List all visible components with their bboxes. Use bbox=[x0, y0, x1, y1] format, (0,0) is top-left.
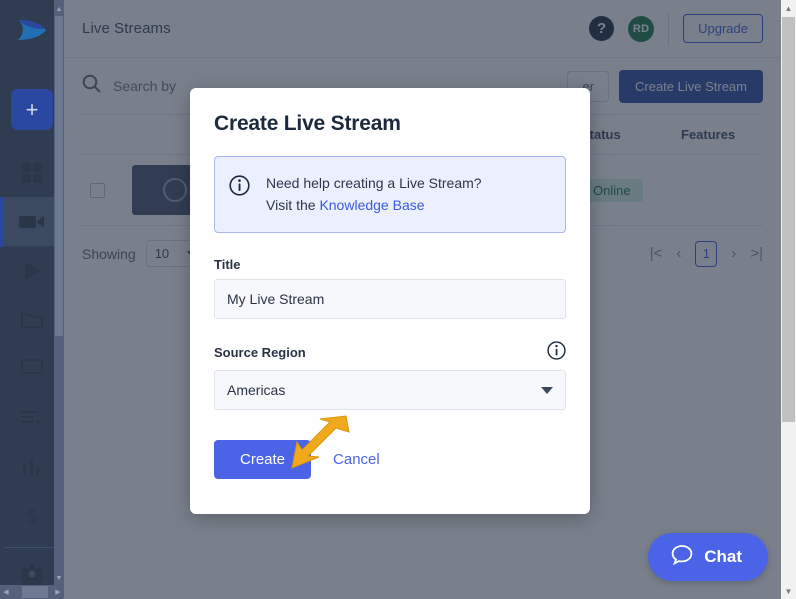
left-sidebar: + $ ▲ ▼ ◀ ▶ bbox=[0, 0, 64, 599]
dollar-icon: $ bbox=[24, 505, 40, 527]
dialog-title: Create Live Stream bbox=[214, 112, 401, 135]
help-info-text: Need help creating a Live Stream? Visit … bbox=[266, 173, 482, 216]
cancel-button[interactable]: Cancel bbox=[333, 451, 380, 468]
sidebar-hscroll-left-arrow[interactable]: ◀ bbox=[0, 588, 12, 596]
chat-bubble-icon bbox=[670, 543, 694, 572]
knowledge-base-link[interactable]: Knowledge Base bbox=[319, 197, 424, 213]
sidebar-scrollbar[interactable]: ▲ ▼ bbox=[54, 0, 64, 599]
sidebar-divider bbox=[5, 546, 59, 548]
dialog-actions: Create Cancel bbox=[214, 440, 566, 480]
list-play-icon bbox=[21, 410, 43, 426]
help-info-line2: Visit the Knowledge Base bbox=[266, 195, 482, 217]
sidebar-hscroll-right-arrow[interactable]: ▶ bbox=[52, 588, 64, 596]
monitor-icon bbox=[21, 359, 43, 379]
app-root: + $ ▲ ▼ ◀ ▶ Search by Create Live Stream… bbox=[0, 0, 796, 599]
page-scrollbar[interactable]: ▲ ▼ bbox=[781, 0, 796, 599]
play-icon bbox=[23, 261, 41, 281]
gear-icon bbox=[21, 563, 43, 586]
source-region-label: Source Region bbox=[214, 344, 306, 360]
create-button[interactable]: Create bbox=[214, 440, 312, 480]
title-input[interactable] bbox=[214, 279, 566, 320]
help-info-line1: Need help creating a Live Stream? bbox=[266, 175, 482, 191]
source-region-value: Americas bbox=[227, 382, 286, 399]
help-info-box: Need help creating a Live Stream? Visit … bbox=[214, 156, 566, 234]
grid-icon bbox=[21, 162, 43, 184]
sidebar-scroll-thumb[interactable] bbox=[55, 16, 63, 336]
page-scroll-thumb[interactable] bbox=[782, 17, 795, 422]
source-region-select[interactable]: Americas bbox=[214, 370, 566, 411]
page-scroll-down-arrow[interactable]: ▼ bbox=[781, 583, 796, 599]
page-scroll-up-arrow[interactable]: ▲ bbox=[781, 0, 796, 16]
title-field-group: Title bbox=[214, 257, 566, 320]
info-circle-icon bbox=[229, 175, 250, 201]
svg-text:$: $ bbox=[27, 506, 37, 527]
chevron-down-icon bbox=[541, 386, 553, 394]
add-content-label: + bbox=[25, 96, 39, 122]
add-content-button[interactable]: + bbox=[11, 88, 53, 131]
chat-label: Chat bbox=[704, 547, 742, 566]
source-region-info-icon[interactable] bbox=[547, 341, 566, 363]
bar-chart-icon bbox=[22, 458, 42, 476]
folder-icon bbox=[21, 311, 43, 329]
source-region-field-group: Source Region Americas bbox=[214, 341, 566, 411]
chat-button[interactable]: Chat bbox=[648, 533, 768, 581]
create-live-stream-dialog: Create Live Stream Need help creating a … bbox=[190, 88, 590, 514]
sidebar-scroll-down-arrow[interactable]: ▼ bbox=[55, 571, 63, 585]
sidebar-horizontal-scrollbar[interactable]: ◀ ▶ bbox=[0, 585, 64, 599]
sidebar-hscroll-thumb[interactable] bbox=[22, 586, 48, 598]
help-info-prefix: Visit the bbox=[266, 196, 320, 213]
video-camera-icon bbox=[19, 213, 45, 231]
title-field-label: Title bbox=[214, 257, 241, 273]
source-region-label-row: Source Region bbox=[214, 341, 566, 363]
sidebar-scroll-up-arrow[interactable]: ▲ bbox=[55, 2, 63, 16]
